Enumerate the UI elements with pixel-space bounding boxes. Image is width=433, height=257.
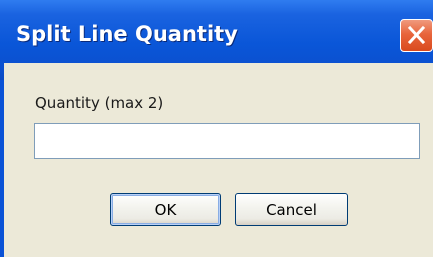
close-button[interactable]: [400, 19, 433, 52]
quantity-input[interactable]: [34, 123, 420, 159]
quantity-label: Quantity (max 2): [35, 94, 164, 112]
dialog-title: Split Line Quantity: [16, 22, 238, 46]
split-line-quantity-dialog: Split Line Quantity Quantity (max 2) OK …: [0, 0, 433, 257]
close-icon: [407, 25, 426, 45]
dialog-body: Quantity (max 2) OK Cancel: [4, 63, 433, 257]
ok-button[interactable]: OK: [110, 193, 221, 226]
cancel-button[interactable]: Cancel: [235, 193, 348, 226]
